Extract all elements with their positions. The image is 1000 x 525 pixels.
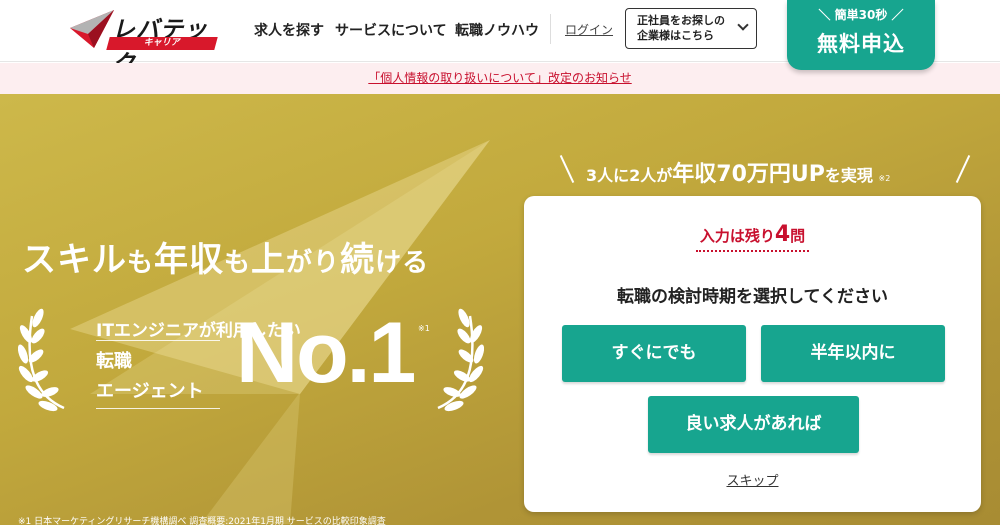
- award-divider: [96, 408, 220, 409]
- apply-sub-label: ＼ 簡単30秒 ／: [818, 8, 904, 22]
- claim-part: を実現: [824, 166, 873, 185]
- headline-part: 続: [340, 240, 376, 280]
- hero-footnote: ※1 日本マーケティングリサーチ機構調べ 調査概要:2021年1月期 サービスの…: [18, 517, 386, 525]
- claim-slash-left: [559, 154, 575, 184]
- claim-note: ※2: [878, 174, 891, 183]
- laurel-right-icon: [437, 308, 484, 412]
- remain-label: 入力は残り: [699, 227, 775, 245]
- login-link[interactable]: ログイン: [565, 21, 613, 38]
- remain-unit: 問: [790, 227, 806, 245]
- free-apply-button[interactable]: ＼ 簡単30秒 ／ 無料申込: [787, 0, 935, 70]
- logo-sub: キャリア: [106, 37, 218, 50]
- headline-part: る: [402, 248, 430, 278]
- apply-label: 無料申込: [817, 32, 905, 56]
- laurel-left-icon: [18, 308, 65, 412]
- question-text: 転職の検討時期を選択してください: [617, 287, 888, 307]
- headline-part: 上: [251, 240, 287, 280]
- hero-headline: スキルも年収も上がり続ける: [22, 232, 429, 281]
- nav-find-jobs[interactable]: 求人を探す: [254, 20, 324, 40]
- award-note: ※1: [418, 324, 430, 333]
- award-line2: 転職: [96, 351, 132, 372]
- corporate-button[interactable]: 正社員をお探しの 企業様はこちら: [625, 8, 757, 49]
- skip-link[interactable]: スキップ: [726, 474, 778, 489]
- corporate-button-line2: 企業様はこちら: [637, 29, 714, 42]
- privacy-notice-link[interactable]: 「個人情報の取り扱いについて」改定のお知らせ: [368, 71, 631, 85]
- headline-part: スキル: [22, 240, 127, 280]
- claim-text: 3人に2人が年収70万円UPを実現 ※2: [586, 156, 890, 188]
- headline-part: も: [224, 248, 252, 278]
- signup-question-card: 入力は残り4問 転職の検討時期を選択してください すぐにでも 半年以内に 良い求…: [524, 196, 981, 512]
- nav-career-knowhow[interactable]: 転職ノウハウ: [455, 20, 539, 40]
- remain-count: 4: [774, 222, 791, 247]
- option-if-good-job-button[interactable]: 良い求人があれば: [648, 396, 859, 453]
- nav-divider: [550, 14, 551, 44]
- headline-part: け: [375, 248, 403, 278]
- headline-part: も: [127, 248, 155, 278]
- hero-section: スキルも年収も上がり続ける ITエンジニアが利用したい 転職 エージェント No…: [0, 94, 1000, 525]
- brand-logo[interactable]: レバテック キャリア: [68, 8, 218, 77]
- award-divider: [96, 340, 220, 341]
- option-within-half-year-button[interactable]: 半年以内に: [761, 325, 945, 382]
- award-number-one: No.1: [236, 305, 416, 401]
- claim-slash-right: [955, 154, 971, 184]
- claim-banner: 3人に2人が年収70万円UPを実現 ※2: [559, 150, 980, 190]
- skip-link-wrap: スキップ: [524, 470, 981, 489]
- award-line3: エージェント: [96, 381, 204, 402]
- nav-about-service[interactable]: サービスについて: [335, 20, 447, 40]
- claim-part: 3人に2人が: [586, 166, 673, 185]
- option-immediately-button[interactable]: すぐにでも: [562, 325, 746, 382]
- remaining-questions: 入力は残り4問: [524, 222, 981, 252]
- claim-part: 年収70万円UP: [672, 162, 825, 187]
- headline-part: が: [286, 248, 314, 278]
- headline-part: り: [313, 248, 341, 278]
- headline-part: 年収: [154, 240, 225, 280]
